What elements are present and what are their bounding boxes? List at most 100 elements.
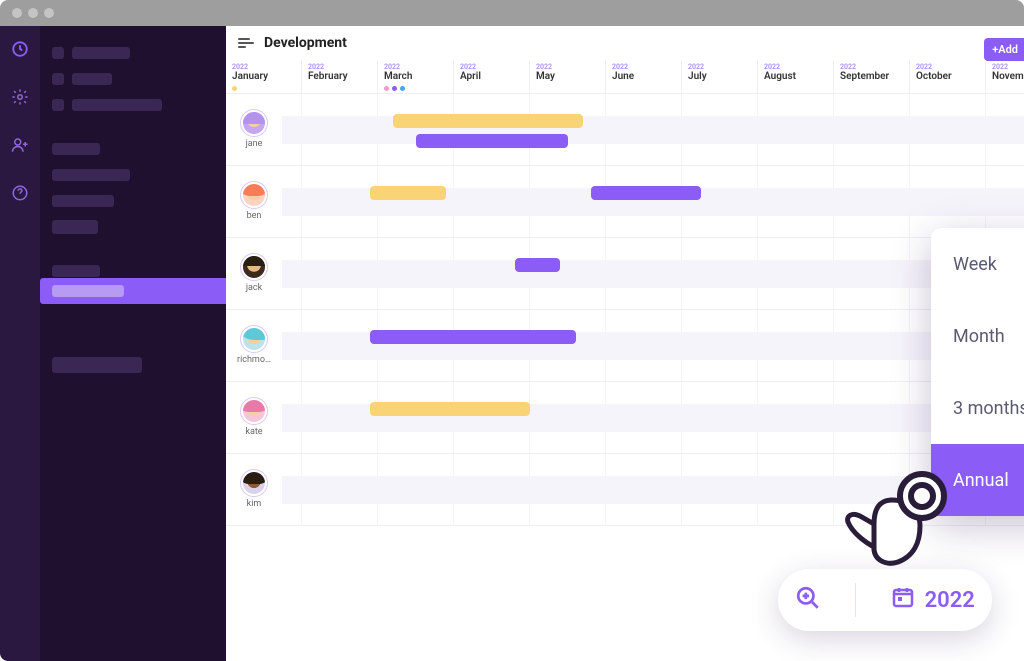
month-label: March bbox=[384, 71, 447, 82]
timeline-row: ben bbox=[226, 166, 1024, 238]
dot-icon bbox=[384, 86, 389, 91]
allocation-bar[interactable] bbox=[591, 186, 701, 200]
zoom-in-icon[interactable] bbox=[795, 585, 821, 615]
allocation-bar[interactable] bbox=[370, 330, 575, 344]
zoom-option-annual[interactable]: AnnualA bbox=[931, 444, 1024, 516]
add-button[interactable]: +Add bbox=[984, 38, 1024, 61]
zoom-option-label: Annual bbox=[953, 470, 1009, 491]
settings-icon[interactable] bbox=[11, 88, 29, 110]
track[interactable] bbox=[282, 238, 1024, 309]
month-header[interactable]: 2022September bbox=[834, 60, 910, 93]
month-label: August bbox=[764, 71, 827, 82]
year-text: 2022 bbox=[925, 588, 975, 613]
month-year: 2022 bbox=[308, 63, 371, 71]
logo-icon[interactable] bbox=[11, 40, 29, 62]
timeline-row: jane bbox=[226, 94, 1024, 166]
month-header[interactable]: 2022February bbox=[302, 60, 378, 93]
month-year: 2022 bbox=[536, 63, 599, 71]
window-titlebar bbox=[0, 0, 1024, 26]
month-header[interactable]: 2022March bbox=[378, 60, 454, 93]
sidebar-item[interactable] bbox=[52, 138, 214, 160]
month-label: May bbox=[536, 71, 599, 82]
person-cell[interactable]: kate bbox=[226, 382, 282, 453]
month-header[interactable]: 2022August bbox=[758, 60, 834, 93]
month-header[interactable]: 2022October bbox=[910, 60, 986, 93]
sidebar-item[interactable] bbox=[52, 190, 214, 212]
track[interactable] bbox=[282, 166, 1024, 237]
zoom-option-label: Month bbox=[953, 326, 1005, 347]
person-name: kate bbox=[245, 427, 262, 437]
year-selector[interactable]: 2022 bbox=[778, 569, 992, 631]
timeline-months: 2022January2022February2022March2022Apri… bbox=[226, 60, 1024, 94]
track[interactable] bbox=[282, 454, 1024, 525]
app-window: Development +Add 2022January2022February… bbox=[0, 0, 1024, 661]
month-header[interactable]: 2022Novem bbox=[986, 60, 1024, 93]
zoom-option-month[interactable]: MonthM bbox=[931, 300, 1024, 372]
avatar bbox=[241, 254, 267, 280]
allocation-bar[interactable] bbox=[370, 402, 530, 416]
divider bbox=[855, 583, 856, 617]
sidebar-item[interactable] bbox=[52, 164, 214, 186]
avatar bbox=[241, 326, 267, 352]
allocation-bar[interactable] bbox=[515, 258, 561, 272]
traffic-light-max[interactable] bbox=[44, 8, 54, 18]
allocation-bar[interactable] bbox=[393, 114, 583, 128]
avatar bbox=[241, 470, 267, 496]
project-sidebar bbox=[40, 26, 226, 661]
month-header[interactable]: 2022May bbox=[530, 60, 606, 93]
person-cell[interactable]: jane bbox=[226, 94, 282, 165]
allocation-bar[interactable] bbox=[416, 134, 568, 148]
zoom-option-label: 3 months bbox=[953, 398, 1024, 419]
month-year: 2022 bbox=[916, 63, 979, 71]
person-cell[interactable]: richmo… bbox=[226, 310, 282, 381]
month-dots bbox=[384, 86, 405, 91]
sidebar-item[interactable] bbox=[52, 354, 214, 376]
month-year: 2022 bbox=[840, 63, 903, 71]
dot-icon bbox=[400, 86, 405, 91]
year-value[interactable]: 2022 bbox=[891, 585, 975, 615]
month-label: February bbox=[308, 71, 371, 82]
track[interactable] bbox=[282, 94, 1024, 165]
avatar bbox=[241, 398, 267, 424]
sidebar-item[interactable] bbox=[52, 68, 214, 90]
person-cell[interactable]: ben bbox=[226, 166, 282, 237]
dot-icon bbox=[232, 86, 237, 91]
month-label: April bbox=[460, 71, 523, 82]
month-label: Novem bbox=[992, 71, 1024, 82]
month-year: 2022 bbox=[612, 63, 675, 71]
month-header[interactable]: 2022January bbox=[226, 60, 302, 93]
month-label: January bbox=[232, 71, 295, 82]
month-header[interactable]: 2022June bbox=[606, 60, 682, 93]
traffic-light-min[interactable] bbox=[28, 8, 38, 18]
timeline-row: kate bbox=[226, 382, 1024, 454]
traffic-light-close[interactable] bbox=[12, 8, 22, 18]
sidebar-item-active[interactable] bbox=[40, 278, 232, 304]
sidebar-item[interactable] bbox=[52, 42, 214, 64]
track[interactable] bbox=[282, 382, 1024, 453]
month-label: September bbox=[840, 71, 903, 82]
add-person-icon[interactable] bbox=[11, 136, 29, 158]
person-name: jack bbox=[246, 283, 262, 293]
month-dots bbox=[232, 86, 237, 91]
track[interactable] bbox=[282, 310, 1024, 381]
person-name: ben bbox=[247, 211, 262, 221]
zoom-option-3-months[interactable]: 3 monthsQ bbox=[931, 372, 1024, 444]
zoom-option-week[interactable]: WeekW bbox=[931, 228, 1024, 300]
month-header[interactable]: 2022July bbox=[682, 60, 758, 93]
person-cell[interactable]: kim bbox=[226, 454, 282, 525]
timeline-rows: jane ben jack richmo… kate kim bbox=[226, 94, 1024, 526]
help-icon[interactable] bbox=[11, 184, 29, 206]
sidebar-item[interactable] bbox=[52, 216, 214, 238]
calendar-icon bbox=[891, 585, 915, 615]
page-header: Development bbox=[226, 26, 1024, 60]
allocation-bar[interactable] bbox=[370, 186, 446, 200]
month-year: 2022 bbox=[232, 63, 295, 71]
timeline-row: kim bbox=[226, 454, 1024, 526]
main-content: Development +Add 2022January2022February… bbox=[226, 26, 1024, 661]
sidebar-item[interactable] bbox=[52, 94, 214, 116]
person-name: richmo… bbox=[237, 355, 271, 365]
zoom-option-label: Week bbox=[953, 254, 997, 275]
filter-icon[interactable] bbox=[238, 38, 256, 48]
month-header[interactable]: 2022April bbox=[454, 60, 530, 93]
person-cell[interactable]: jack bbox=[226, 238, 282, 309]
